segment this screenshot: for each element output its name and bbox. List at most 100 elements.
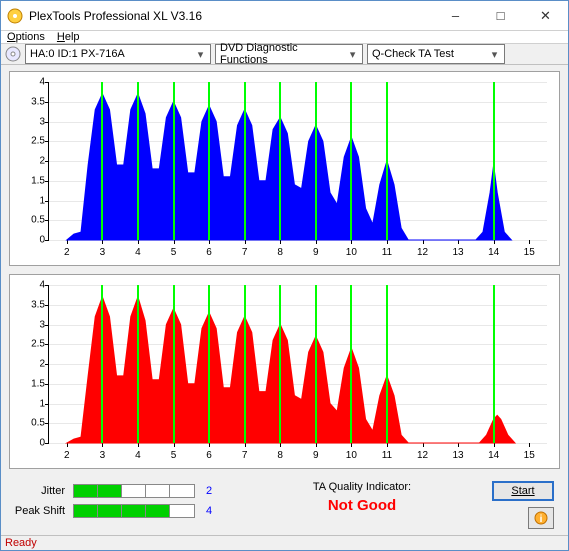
x-tick-label: 2 xyxy=(64,450,70,461)
y-tick-label: 0.5 xyxy=(19,418,45,429)
disc-icon xyxy=(5,46,21,62)
meter-segment xyxy=(122,505,146,517)
window-title: PlexTools Professional XL V3.16 xyxy=(29,9,433,23)
chevron-down-icon: ▾ xyxy=(487,48,502,61)
menu-options[interactable]: Options xyxy=(7,31,45,43)
metrics-panel: Jitter 2 Peak Shift 4 xyxy=(11,481,246,529)
app-icon xyxy=(7,8,23,24)
marker-line xyxy=(137,82,139,240)
chevron-down-icon: ▾ xyxy=(345,48,360,61)
x-tick-label: 6 xyxy=(206,450,212,461)
info-icon: i xyxy=(534,511,548,525)
marker-line xyxy=(279,82,281,240)
x-tick-label: 8 xyxy=(277,450,283,461)
statusbar: Ready xyxy=(1,535,568,550)
chevron-down-icon: ▾ xyxy=(193,48,208,61)
y-tick-label: 2.5 xyxy=(19,339,45,350)
status-text: Ready xyxy=(5,537,37,549)
buttons-panel: Start i xyxy=(478,481,558,529)
marker-line xyxy=(279,285,281,443)
y-tick-label: 0 xyxy=(19,438,45,449)
x-tick-label: 12 xyxy=(417,247,428,258)
svg-text:i: i xyxy=(540,514,543,525)
meter-segment xyxy=(170,505,194,517)
meter-segment xyxy=(98,485,122,497)
marker-line xyxy=(173,285,175,443)
quality-value: Not Good xyxy=(246,497,478,514)
meter-segment xyxy=(74,485,98,497)
marker-line xyxy=(137,285,139,443)
x-tick-label: 3 xyxy=(100,247,106,258)
meter-segment xyxy=(170,485,194,497)
marker-line xyxy=(244,285,246,443)
meter-segment xyxy=(74,505,98,517)
mode-dropdown-value: DVD Diagnostic Functions xyxy=(220,42,345,66)
quality-label: TA Quality Indicator: xyxy=(246,481,478,493)
y-tick-label: 0 xyxy=(19,235,45,246)
close-button[interactable]: ✕ xyxy=(523,1,568,30)
x-tick-label: 2 xyxy=(64,247,70,258)
maximize-button[interactable]: □ xyxy=(478,1,523,30)
y-tick-label: 1.5 xyxy=(19,175,45,186)
marker-line xyxy=(173,82,175,240)
y-tick-label: 3.5 xyxy=(19,96,45,107)
x-tick-label: 10 xyxy=(346,450,357,461)
jitter-row: Jitter 2 xyxy=(11,481,246,501)
app-window: PlexTools Professional XL V3.16 – □ ✕ Op… xyxy=(0,0,569,551)
x-tick-label: 8 xyxy=(277,247,283,258)
y-tick-label: 1 xyxy=(19,398,45,409)
marker-line xyxy=(386,82,388,240)
marker-line xyxy=(101,285,103,443)
x-tick-label: 13 xyxy=(453,450,464,461)
x-tick-label: 9 xyxy=(313,450,319,461)
x-tick-label: 14 xyxy=(488,450,499,461)
peak-meter xyxy=(73,504,195,518)
peak-label: Peak Shift xyxy=(11,505,73,517)
y-tick-label: 4 xyxy=(19,280,45,291)
x-tick-label: 9 xyxy=(313,247,319,258)
jitter-label: Jitter xyxy=(11,485,73,497)
marker-line xyxy=(315,82,317,240)
y-tick-label: 2.5 xyxy=(19,136,45,147)
x-tick-label: 11 xyxy=(382,247,392,258)
x-tick-label: 15 xyxy=(524,247,535,258)
jitter-value: 2 xyxy=(199,485,219,497)
x-tick-label: 5 xyxy=(171,450,177,461)
x-tick-label: 13 xyxy=(453,247,464,258)
test-dropdown[interactable]: Q-Check TA Test ▾ xyxy=(367,44,505,64)
x-tick-label: 7 xyxy=(242,247,248,258)
mode-dropdown[interactable]: DVD Diagnostic Functions ▾ xyxy=(215,44,363,64)
meter-segment xyxy=(146,505,170,517)
marker-line xyxy=(493,285,495,443)
test-dropdown-value: Q-Check TA Test xyxy=(372,48,454,60)
x-tick-label: 15 xyxy=(524,450,535,461)
marker-line xyxy=(208,82,210,240)
meter-segment xyxy=(146,485,170,497)
minimize-button[interactable]: – xyxy=(433,1,478,30)
quality-panel: TA Quality Indicator: Not Good xyxy=(246,481,478,529)
marker-line xyxy=(315,285,317,443)
y-tick-label: 2 xyxy=(19,156,45,167)
menu-help[interactable]: Help xyxy=(57,31,80,43)
y-tick-label: 4 xyxy=(19,77,45,88)
x-tick-label: 7 xyxy=(242,450,248,461)
y-tick-label: 1.5 xyxy=(19,378,45,389)
marker-line xyxy=(350,285,352,443)
plot-area-top: 00.511.522.533.5423456789101112131415 xyxy=(48,82,547,241)
info-button[interactable]: i xyxy=(528,507,554,529)
marker-line xyxy=(244,82,246,240)
window-controls: – □ ✕ xyxy=(433,1,568,30)
x-tick-label: 4 xyxy=(135,247,141,258)
start-button[interactable]: Start xyxy=(492,481,554,501)
y-tick-label: 3.5 xyxy=(19,299,45,310)
device-dropdown[interactable]: HA:0 ID:1 PX-716A ▾ xyxy=(25,44,211,64)
x-tick-label: 12 xyxy=(417,450,428,461)
toolbar: HA:0 ID:1 PX-716A ▾ DVD Diagnostic Funct… xyxy=(1,44,568,65)
titlebar: PlexTools Professional XL V3.16 – □ ✕ xyxy=(1,1,568,31)
meter-segment xyxy=(98,505,122,517)
y-tick-label: 0.5 xyxy=(19,215,45,226)
plot-area-bottom: 00.511.522.533.5423456789101112131415 xyxy=(48,285,547,444)
x-tick-label: 5 xyxy=(171,247,177,258)
bottom-panel: Jitter 2 Peak Shift 4 TA Quality Indicat… xyxy=(9,477,560,533)
peak-row: Peak Shift 4 xyxy=(11,501,246,521)
